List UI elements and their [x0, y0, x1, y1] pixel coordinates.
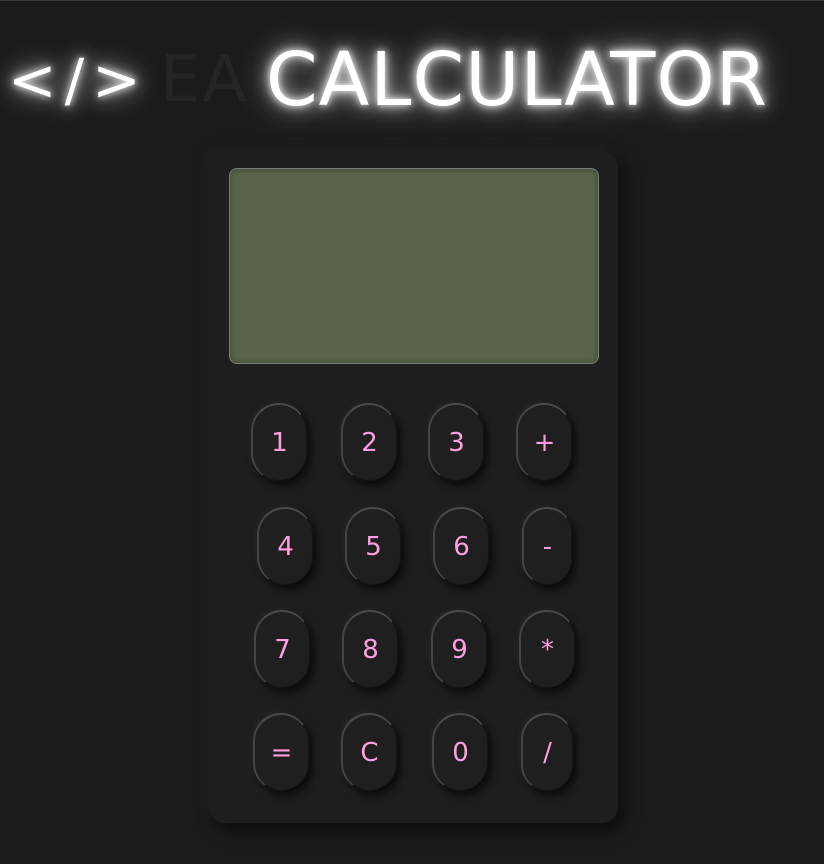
code-icon: </> [8, 46, 149, 114]
calculator-display [229, 168, 599, 364]
key-divide[interactable]: / [521, 713, 573, 791]
key-0[interactable]: 0 [432, 713, 488, 791]
key-8[interactable]: 8 [342, 610, 398, 688]
key-plus[interactable]: + [516, 403, 572, 481]
key-4[interactable]: 4 [257, 507, 313, 585]
key-3[interactable]: 3 [428, 403, 484, 481]
key-equals[interactable]: = [253, 713, 309, 791]
page-title: CALCULATOR [266, 37, 769, 123]
key-7[interactable]: 7 [254, 610, 310, 688]
key-multiply[interactable]: * [519, 610, 575, 688]
header-dim-text: EA [160, 43, 249, 117]
key-5[interactable]: 5 [345, 507, 401, 585]
page-header: </> EA CALCULATOR [0, 21, 824, 141]
key-1[interactable]: 1 [251, 403, 307, 481]
key-6[interactable]: 6 [433, 507, 489, 585]
key-minus[interactable]: - [522, 507, 572, 585]
key-clear[interactable]: C [341, 713, 397, 791]
key-9[interactable]: 9 [431, 610, 487, 688]
key-2[interactable]: 2 [341, 403, 397, 481]
calculator: 1 2 3 + 4 5 6 - 7 8 9 * = C 0 / [209, 151, 618, 823]
